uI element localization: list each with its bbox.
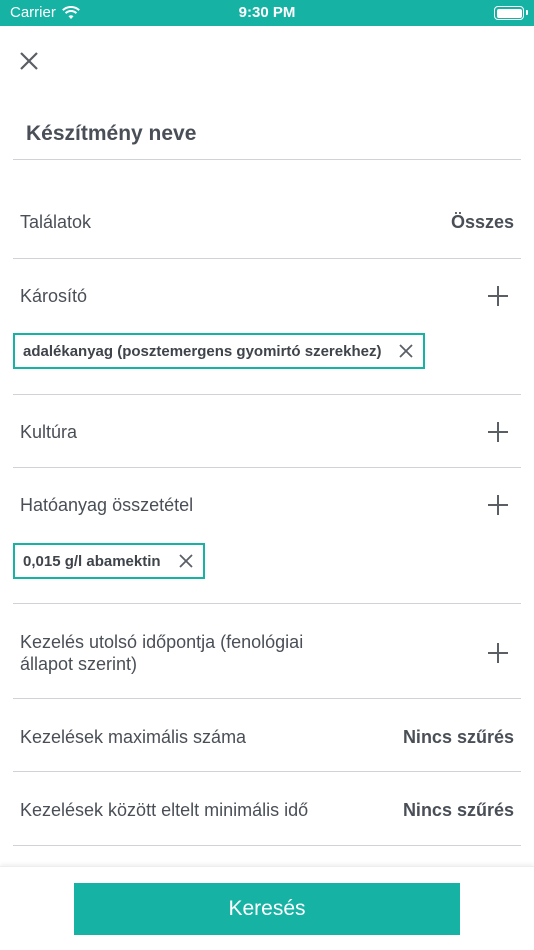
kezeles-idopont-label-line2: állapot szerint) — [20, 654, 138, 674]
plus-icon[interactable] — [488, 495, 508, 515]
karosito-chip-label: adalékanyag (posztemergens gyomirtó szer… — [23, 342, 382, 360]
talalatok-label: Találatok — [20, 212, 92, 232]
search-button[interactable]: Keresés — [74, 883, 460, 935]
row-karosito[interactable]: Károsító — [13, 259, 521, 331]
product-name-input[interactable] — [26, 122, 506, 146]
kezelesek-max-label: Kezelések maximális száma — [20, 727, 247, 747]
karosito-chip[interactable]: adalékanyag (posztemergens gyomirtó szer… — [13, 333, 426, 369]
status-bar: Carrier 9:30 PM — [0, 0, 534, 26]
kultura-label: Kultúra — [20, 422, 78, 442]
plus-icon[interactable] — [488, 422, 508, 442]
hatoanyag-label: Hatóanyag összetétel — [20, 495, 194, 515]
close-button[interactable] — [16, 48, 42, 74]
status-time: 9:30 PM — [238, 4, 296, 21]
karosito-label: Károsító — [20, 286, 88, 306]
bottom-bar: Keresés — [0, 866, 534, 950]
row-kultura[interactable]: Kultúra — [13, 395, 521, 467]
kezeles-idopont-label-line1: Kezelés utolsó időpontja (fenológiai — [20, 632, 304, 652]
hatoanyag-chip[interactable]: 0,015 g/l abamektin — [13, 543, 205, 579]
battery-tip — [526, 10, 528, 15]
remove-icon[interactable] — [178, 554, 193, 568]
talalatok-value: Összes — [450, 212, 514, 232]
row-talalatok[interactable]: Találatok Összes — [13, 186, 521, 258]
battery-icon — [494, 6, 524, 20]
row-hatoanyag[interactable]: Hatóanyag összetétel — [13, 468, 521, 540]
divider — [13, 845, 521, 846]
row-kezelesek-max[interactable]: Kezelések maximális száma Nincs szűrés — [13, 699, 521, 771]
remove-icon[interactable] — [399, 344, 414, 358]
plus-icon[interactable] — [488, 643, 508, 663]
kezelesek-min-ido-label: Kezelések között eltelt minimális idő — [20, 800, 309, 820]
row-kezeles-idopont[interactable]: Kezelés utolsó időpontja (fenológiai áll… — [13, 604, 521, 698]
plus-icon[interactable] — [488, 286, 508, 306]
close-icon — [20, 52, 38, 70]
kezelesek-max-value: Nincs szűrés — [402, 727, 514, 747]
row-kezelesek-min-ido[interactable]: Kezelések között eltelt minimális idő Ni… — [13, 772, 521, 844]
kezelesek-min-ido-value: Nincs szűrés — [402, 800, 514, 820]
hatoanyag-chip-label: 0,015 g/l abamektin — [23, 552, 161, 570]
product-name-field — [13, 110, 521, 160]
